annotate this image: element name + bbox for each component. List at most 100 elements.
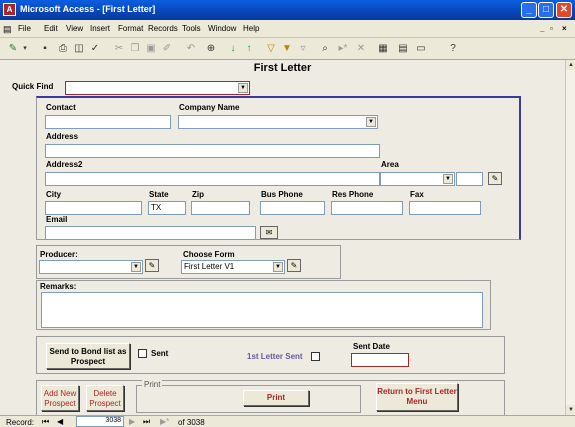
choose-form-combo[interactable]: First Letter V1 ▼ [181,260,285,274]
view-dropdown-icon[interactable]: ▾ [18,42,32,56]
help-icon[interactable]: ? [446,42,460,56]
print-group-label: Print [142,380,163,389]
current-record-input[interactable]: 3038 [76,416,124,427]
edit-area-icon[interactable]: ✎ [488,172,502,185]
undo-icon[interactable]: ↶ [184,42,198,56]
city-input[interactable] [45,201,142,215]
minimize-icon[interactable]: _ [521,2,537,18]
choose-form-label: Choose Form [183,250,235,259]
state-input[interactable]: TX [148,201,186,215]
window-title: Microsoft Access - [First Letter] [20,4,156,14]
producer-label: Producer: [40,250,78,259]
email-input[interactable] [45,226,256,240]
city-label: City [46,190,62,199]
insert-hyperlink-icon[interactable]: ⊕ [204,42,218,56]
area-combo[interactable]: ▼ [380,172,455,186]
scroll-down-icon[interactable]: ▼ [566,405,575,415]
menu-view[interactable]: View [66,24,83,33]
email-label: Email [46,215,68,224]
send-to-bond-list-button[interactable]: Send to Bond list as Prospect [46,343,130,369]
sort-descending-icon[interactable]: ↑ [242,42,256,56]
company-name-combo[interactable]: ▼ [178,115,378,129]
close-icon[interactable]: ✕ [556,2,572,18]
quick-find-combo[interactable]: ▼ [65,81,250,95]
add-new-prospect-button[interactable]: Add New Prospect [41,385,79,411]
document-icon[interactable]: ▤ [3,24,12,35]
new-record-nav-icon[interactable]: ▶* [160,417,169,426]
print-preview-icon[interactable]: ◫ [72,42,86,56]
chevron-down-icon[interactable]: ▼ [443,174,453,184]
menu-tools[interactable]: Tools [182,24,201,33]
menu-records[interactable]: Records [148,24,178,33]
save-icon[interactable]: ▪ [38,42,52,56]
previous-record-icon[interactable]: ◀ [57,417,63,426]
new-record-icon[interactable]: ▸* [336,42,350,56]
menu-help[interactable]: Help [243,24,259,33]
state-label: State [149,190,169,199]
print-icon[interactable]: ⎙ [56,42,70,56]
company-name-label: Company Name [179,103,240,112]
record-navigator: Record: ⏮ ◀ 3038 ▶ ⏭ ▶* of 3038 [0,415,575,427]
remarks-textarea[interactable] [41,292,483,328]
contact-input[interactable] [45,115,171,129]
database-window-icon[interactable]: ▤ [396,42,410,56]
paste-icon[interactable]: ▣ [144,42,158,56]
address2-label: Address2 [46,160,83,169]
edit-producer-icon[interactable]: ✎ [145,259,159,272]
child-close-icon[interactable]: × [562,24,567,33]
filter-by-form-icon[interactable]: ▼ [280,42,294,56]
vertical-scrollbar[interactable]: ▲ ▼ [565,60,575,415]
child-minimize-icon[interactable]: _ [540,24,544,33]
bus-phone-label: Bus Phone [261,190,303,199]
delete-record-icon[interactable]: ✕ [354,42,368,56]
area-extra-input[interactable] [456,172,483,186]
record-label: Record: [6,418,35,427]
print-button[interactable]: Print [243,390,309,406]
bus-phone-input[interactable] [260,201,325,215]
chevron-down-icon[interactable]: ▼ [131,262,141,272]
scroll-up-icon[interactable]: ▲ [566,60,575,70]
child-restore-icon[interactable]: ▫ [550,24,553,33]
maximize-icon[interactable]: □ [538,2,554,18]
menu-edit[interactable]: Edit [44,24,58,33]
access-app-icon: A [3,3,16,16]
copy-icon[interactable]: ❐ [128,42,142,56]
res-phone-input[interactable] [331,201,403,215]
contact-label: Contact [46,103,76,112]
menu-window[interactable]: Window [208,24,236,33]
new-object-icon[interactable]: ▭ [414,42,428,56]
address-label: Address [46,132,79,141]
chevron-down-icon[interactable]: ▼ [238,83,248,93]
filter-by-selection-icon[interactable]: ▽ [264,42,278,56]
chevron-down-icon[interactable]: ▼ [366,117,376,127]
menu-format[interactable]: Format [118,24,143,33]
apply-filter-icon[interactable]: ▿ [296,42,310,56]
fax-input[interactable] [409,201,481,215]
spelling-icon[interactable]: ✓ [88,42,102,56]
address-input[interactable] [45,144,380,158]
sent-label: Sent [151,349,169,358]
cut-icon[interactable]: ✂ [112,42,126,56]
find-icon[interactable]: ⌕ [318,42,332,56]
edit-form-icon[interactable]: ✎ [287,259,301,272]
sort-ascending-icon[interactable]: ↓ [226,42,240,56]
sent-checkbox[interactable] [138,349,147,358]
chevron-down-icon[interactable]: ▼ [273,262,283,272]
zip-input[interactable] [191,201,250,215]
format-painter-icon[interactable]: ✐ [160,42,174,56]
sent-date-input[interactable] [351,353,409,367]
menu-insert[interactable]: Insert [90,24,110,33]
first-record-icon[interactable]: ⏮ [42,417,49,427]
address2-input[interactable] [45,172,380,186]
next-record-icon[interactable]: ▶ [129,417,135,426]
return-to-first-letter-menu-button[interactable]: Return to First Letter Menu [376,383,458,411]
last-record-icon[interactable]: ⏭ [143,417,150,427]
first-letter-sent-checkbox[interactable] [311,352,320,361]
delete-prospect-button[interactable]: Delete Prospect [86,385,124,411]
record-count-text: of 3038 [178,418,205,427]
producer-combo[interactable]: ▼ [39,260,143,274]
menu-file[interactable]: File [18,24,31,33]
zip-label: Zip [192,190,204,199]
properties-icon[interactable]: ▦ [376,42,390,56]
send-email-icon[interactable]: ✉ [260,226,278,239]
